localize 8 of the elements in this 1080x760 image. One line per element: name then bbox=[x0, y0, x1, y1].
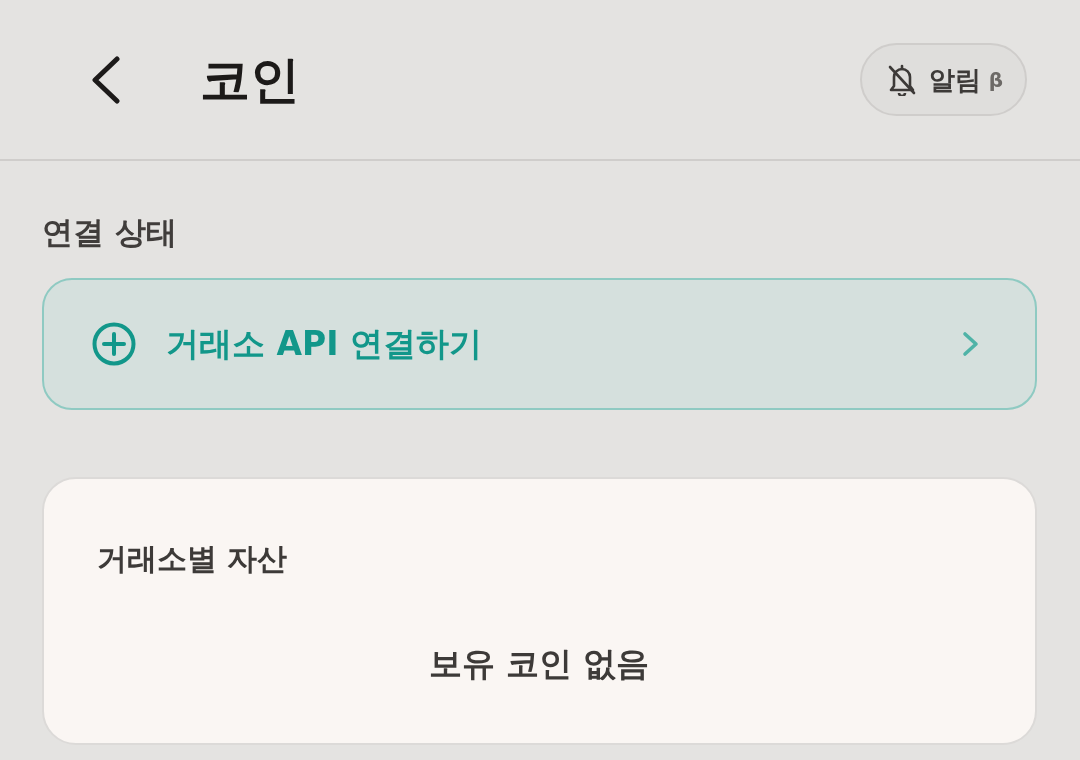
card-title: 거래소별 자산 bbox=[97, 540, 288, 578]
section-heading: 연결 상태 bbox=[42, 213, 177, 252]
empty-message: 보유 코인 없음 bbox=[428, 643, 650, 685]
plus-circle-icon bbox=[92, 322, 136, 366]
chevron-right-icon bbox=[962, 331, 980, 357]
page-title: 코인 bbox=[200, 49, 300, 110]
beta-label: β bbox=[988, 66, 1003, 94]
alert-button[interactable]: 알림 β bbox=[859, 43, 1027, 116]
